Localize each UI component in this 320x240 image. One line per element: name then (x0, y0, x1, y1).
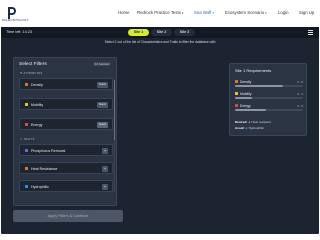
requirement-bar (235, 97, 303, 99)
traits-heading: ✎ TRAITS (20, 138, 34, 141)
requirement-bar (235, 109, 303, 111)
chevron-down-icon: ▾ (265, 10, 267, 15)
add-hydrophilic-button[interactable]: + (102, 184, 108, 190)
nav-ecosystem-label: Ecosystem Scenario (225, 10, 265, 15)
desired-value: Heat resistant (251, 120, 271, 124)
avoid-value: Hydrophilic (248, 126, 264, 130)
energy-icon (235, 104, 238, 107)
filter-label: Heat Resistance (31, 166, 58, 171)
density-icon (235, 80, 238, 83)
filter-row-energy[interactable]: Energy Select (19, 118, 113, 130)
filter-row-hydrophilic[interactable]: Hydrophilic + (19, 180, 113, 192)
chevron-down-icon: ▾ (212, 10, 214, 15)
requirement-bar-fill (235, 109, 266, 111)
menu-icon[interactable] (308, 30, 313, 35)
filter-scrollbar[interactable] (113, 80, 115, 192)
selection-count-badge: 0/2 Selected (92, 62, 111, 67)
filter-label: Mobility (31, 102, 44, 107)
heat-icon: ◆ (248, 120, 251, 124)
mobility-icon (235, 92, 238, 95)
energy-icon (25, 123, 28, 126)
avoid-trait: Avoid: ◆ Hydrophilic (235, 126, 264, 130)
filter-panel: Select Filters 0/2 Selected ☰ ATTRIBUTES… (13, 57, 117, 206)
nav-login[interactable]: Login (278, 10, 289, 15)
filter-label: Phosphorus Removal (31, 148, 66, 153)
filter-label: Hydrophilic (31, 184, 49, 189)
app-topbar: Time left: 14:23 Site 1 Site 2 Site 3 (1, 27, 319, 38)
traits-heading-label: TRAITS (23, 138, 35, 141)
timer: Time left: 14:23 (6, 30, 33, 34)
attributes-heading: ☰ ATTRIBUTES (20, 72, 42, 75)
requirement-range: 0 - 5 (297, 103, 303, 108)
requirement-range: 0 - 3 (297, 91, 303, 96)
filter-row-heat[interactable]: Heat Resistance + (19, 162, 113, 174)
filter-row-density[interactable]: Density Select (19, 78, 113, 90)
nav-signup[interactable]: Sign Up (299, 10, 314, 15)
select-density-button[interactable]: Select (96, 82, 108, 88)
avoid-label: Avoid: (235, 126, 245, 130)
hydrophilic-icon: ◆ (245, 126, 248, 130)
requirement-range: 6 - 8 (297, 79, 303, 84)
attributes-heading-label: ATTRIBUTES (23, 72, 43, 75)
heat-icon (25, 167, 28, 170)
tab-site-2[interactable]: Site 2 (151, 28, 172, 36)
nav-sea-wolf-label: Sea Wolf (194, 10, 212, 15)
mobility-icon (25, 103, 28, 106)
instruction-text: Select 2 out of the list of Characterist… (104, 40, 216, 44)
filter-label: Density (31, 82, 43, 87)
assessment-app: Time left: 14:23 Site 1 Site 2 Site 3 Se… (1, 27, 319, 234)
tab-site-1[interactable]: Site 1 (128, 28, 149, 36)
add-phosphorus-button[interactable]: + (102, 148, 108, 154)
chevron-down-icon: ▾ (181, 10, 184, 15)
requirement-bar-fill (235, 97, 252, 99)
requirement-label: Mobility (240, 91, 252, 96)
select-energy-button[interactable]: Select (96, 122, 108, 128)
tab-site-3[interactable]: Site 3 (174, 28, 195, 36)
filter-row-phosphorus[interactable]: Phosphorus Removal + (19, 144, 113, 156)
apply-filters-button[interactable]: Apply Filters & Continue (13, 210, 123, 222)
filter-label: Energy (31, 122, 43, 127)
page: PALEONTOLOGY Home Redrock Practice Tests… (0, 0, 320, 240)
phosphorus-icon (25, 149, 28, 152)
nav-redrock-label: Redrock Practice Tests (137, 10, 181, 15)
nav-home[interactable]: Home (118, 10, 129, 15)
desired-trait: Desired: ◆ Heat resistant (235, 120, 271, 124)
brand-name: PALEONTOLOGY (2, 18, 29, 22)
site-header: PALEONTOLOGY Home Redrock Practice Tests… (0, 0, 320, 26)
desired-label: Desired: (235, 120, 248, 124)
select-mobility-button[interactable]: Select (96, 102, 108, 108)
add-heat-button[interactable]: + (102, 166, 108, 172)
requirement-label: Density (240, 79, 252, 84)
requirement-label: Energy (240, 103, 251, 108)
filter-row-mobility[interactable]: Mobility Select (19, 98, 113, 110)
hydrophilic-icon (25, 185, 28, 188)
requirement-bar-fill (235, 85, 283, 87)
nav-redrock[interactable]: Redrock Practice Tests ▾ (137, 10, 183, 15)
filter-panel-title: Select Filters (19, 62, 47, 67)
requirement-bar (235, 85, 303, 87)
nav-ecosystem[interactable]: Ecosystem Scenario ▾ (225, 10, 267, 15)
scrollbar-thumb[interactable] (113, 80, 115, 140)
requirements-panel: Site 1 Requirements Density 6 - 8 Mobili… (229, 63, 307, 136)
density-icon (25, 83, 28, 86)
requirements-title: Site 1 Requirements (235, 68, 272, 73)
nav-sea-wolf[interactable]: Sea Wolf ▾ (194, 10, 214, 15)
